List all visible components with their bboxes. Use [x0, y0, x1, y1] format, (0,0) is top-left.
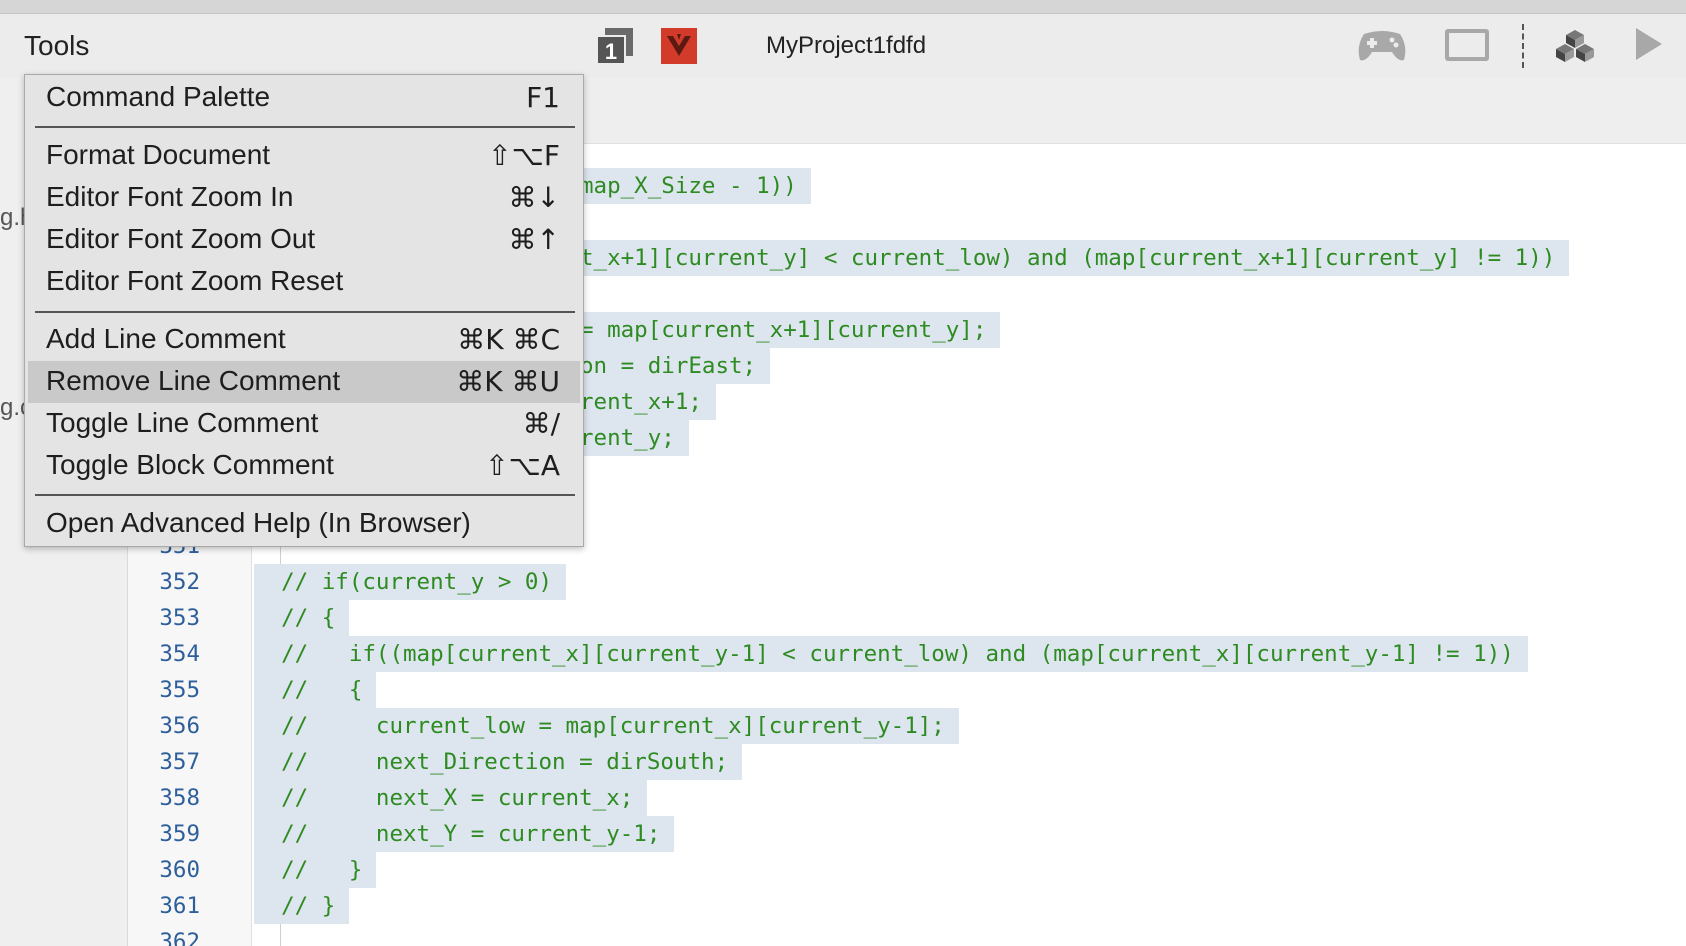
line-number: 354	[159, 641, 200, 667]
app-logo-icon[interactable]	[661, 28, 697, 64]
menu-item-label: Toggle Block Comment	[46, 449, 334, 480]
code-line[interactable]: // current_low = map[current_x][current_…	[254, 708, 959, 744]
menu-item-font-zoom-out[interactable]: Editor Font Zoom Out ⌘↑	[28, 219, 580, 261]
toolbar-separator	[1522, 24, 1524, 68]
play-icon[interactable]	[1634, 26, 1664, 62]
tools-menu-button[interactable]: Tools	[24, 30, 89, 62]
code-text: // if(current_y > 0)	[254, 564, 567, 600]
code-text: // }	[254, 888, 350, 924]
menu-item-shortcut: ⇧⌥F	[488, 139, 560, 172]
code-line[interactable]: map_X_Size - 1))	[580, 168, 811, 204]
tools-dropdown-menu: Command Palette F1 Format Document ⇧⌥F E…	[24, 74, 584, 547]
line-number: 352	[159, 569, 200, 595]
line-number: 356	[159, 713, 200, 739]
window-title-strip	[0, 0, 1686, 14]
code-line[interactable]: // {	[254, 672, 377, 708]
screen-icon[interactable]	[1444, 28, 1490, 62]
code-text: rent_x+1;	[580, 384, 716, 420]
code-line[interactable]: // next_Y = current_y-1;	[254, 816, 675, 852]
menu-item-label: Add Line Comment	[46, 323, 286, 354]
menu-item-add-line-comment[interactable]: Add Line Comment ⌘K ⌘C	[28, 319, 580, 361]
code-text: // next_Y = current_y-1;	[254, 816, 675, 852]
menu-item-shortcut: ⌘↑	[508, 223, 560, 256]
code-line[interactable]: rent_x+1;	[580, 384, 716, 420]
code-line[interactable]: // }	[254, 888, 350, 924]
code-text: // next_X = current_x;	[254, 780, 648, 816]
menu-item-toggle-block-comment[interactable]: Toggle Block Comment ⇧⌥A	[28, 445, 580, 487]
code-line[interactable]: // {	[254, 600, 350, 636]
code-text: // {	[254, 672, 377, 708]
line-number: 361	[159, 893, 200, 919]
code-text: // {	[254, 600, 350, 636]
menu-item-shortcut: ⌘/	[522, 407, 560, 440]
menu-item-label: Open Advanced Help (In Browser)	[46, 507, 471, 538]
menu-item-shortcut: F1	[526, 81, 560, 114]
stacked-pages-number: 1	[605, 39, 617, 64]
menu-item-label: Toggle Line Comment	[46, 407, 319, 438]
menu-separator	[35, 311, 575, 313]
menu-item-label: Remove Line Comment	[46, 365, 341, 396]
cubes-icon[interactable]	[1556, 28, 1594, 64]
menu-item-shortcut: ⌘K ⌘U	[456, 365, 560, 398]
code-line[interactable]: // next_X = current_x;	[254, 780, 648, 816]
menu-item-font-zoom-reset[interactable]: Editor Font Zoom Reset	[28, 261, 580, 303]
menu-item-open-advanced-help[interactable]: Open Advanced Help (In Browser)	[28, 503, 580, 545]
code-text: rent_y;	[580, 420, 689, 456]
line-number: 359	[159, 821, 200, 847]
line-number: 358	[159, 785, 200, 811]
code-line[interactable]: // if(current_y > 0)	[254, 564, 567, 600]
code-text: // next_Direction = dirSouth;	[254, 744, 743, 780]
menu-item-shortcut: ⌘K ⌘C	[457, 323, 560, 356]
menu-item-remove-line-comment[interactable]: Remove Line Comment ⌘K ⌘U	[28, 361, 580, 403]
menu-item-label: Editor Font Zoom In	[46, 181, 294, 212]
menu-item-shortcut: ⇧⌥A	[485, 449, 560, 482]
code-line[interactable]: // }	[254, 852, 377, 888]
code-text: // }	[254, 852, 377, 888]
stacked-pages-icon[interactable]: 1	[595, 28, 635, 66]
line-number: 355	[159, 677, 200, 703]
code-line[interactable]: // next_Direction = dirSouth;	[254, 744, 743, 780]
menu-separator	[35, 494, 575, 496]
project-name: MyProject1fdfd	[766, 32, 927, 59]
main-toolbar: Tools 1 MyProject1fdfd	[0, 14, 1686, 78]
menu-item-label: Editor Font Zoom Out	[46, 223, 316, 254]
code-line[interactable]: t_x+1][current_y] < current_low) and (ma…	[580, 240, 1570, 276]
line-number: 360	[159, 857, 200, 883]
code-line[interactable]: rent_y;	[580, 420, 689, 456]
menu-item-toggle-line-comment[interactable]: Toggle Line Comment ⌘/	[28, 403, 580, 445]
code-text: on = dirEast;	[580, 348, 771, 384]
code-line[interactable]: // if((map[current_x][current_y-1] < cur…	[254, 636, 1528, 672]
line-number: 353	[159, 605, 200, 631]
code-text: t_x+1][current_y] < current_low) and (ma…	[580, 240, 1570, 276]
code-text: // current_low = map[current_x][current_…	[254, 708, 959, 744]
code-text: // if((map[current_x][current_y-1] < cur…	[254, 636, 1528, 672]
code-text: = map[current_x+1][current_y];	[580, 312, 1001, 348]
menu-item-shortcut: ⌘↓	[508, 181, 560, 214]
code-line[interactable]: on = dirEast;	[580, 348, 771, 384]
menu-item-format-document[interactable]: Format Document ⇧⌥F	[28, 135, 580, 177]
menu-item-label: Editor Font Zoom Reset	[46, 265, 344, 296]
menu-item-command-palette[interactable]: Command Palette F1	[28, 77, 580, 119]
gamepad-icon[interactable]	[1356, 28, 1408, 64]
code-line[interactable]: = map[current_x+1][current_y];	[580, 312, 1001, 348]
line-number: 362	[159, 929, 200, 946]
menu-item-font-zoom-in[interactable]: Editor Font Zoom In ⌘↓	[28, 177, 580, 219]
code-text: map_X_Size - 1))	[580, 168, 811, 204]
line-number: 357	[159, 749, 200, 775]
menu-separator	[35, 126, 575, 128]
menu-item-label: Command Palette	[46, 81, 271, 112]
menu-item-label: Format Document	[46, 139, 271, 170]
